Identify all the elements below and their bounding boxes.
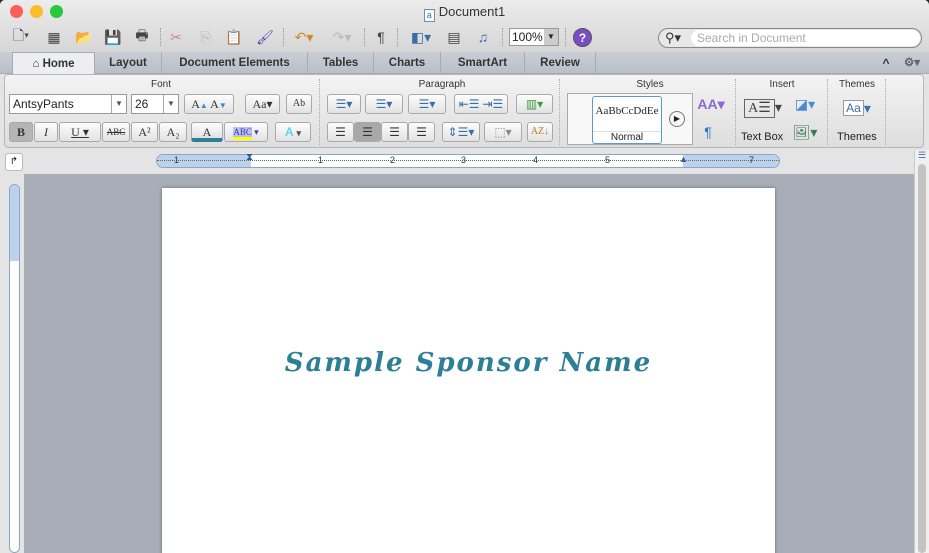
change-case-button[interactable]: Aa▾	[245, 94, 280, 114]
document-page[interactable]: Sample Sponsor Name	[162, 188, 775, 553]
columns-button[interactable]: ▥▾	[516, 94, 553, 114]
gallery-icon[interactable]: ▦	[42, 26, 66, 48]
themes-group-label: Themes	[838, 79, 876, 90]
chevron-down-icon: ▼	[163, 95, 178, 113]
copy-icon[interactable]: ⎘	[194, 26, 218, 48]
tab-document-elements[interactable]: Document Elements	[162, 52, 308, 74]
title-bar: a Document1 🗋▾ ▦ 📂 💾 🖶 ✂ ⎘ 📋 🖌 ↶▾ ↷▾ ¶ ◧▾…	[0, 0, 929, 52]
play-icon[interactable]: ▶	[669, 111, 685, 127]
word-window: a Document1 🗋▾ ▦ 📂 💾 🖶 ✂ ⎘ 📋 🖌 ↶▾ ↷▾ ¶ ◧▾…	[0, 0, 929, 553]
font-name-select[interactable]: AntsyPants ▼	[9, 94, 127, 114]
borders-button[interactable]: ⬚▾	[484, 122, 522, 142]
font-color-button[interactable]: A	[191, 122, 223, 142]
bold-button[interactable]: B	[9, 122, 33, 142]
picture-icon[interactable]: 🖼▾	[789, 121, 821, 143]
font-size-select[interactable]: 26 ▼	[131, 94, 179, 114]
zoom-select[interactable]: 100% ▼	[509, 28, 559, 46]
window-title: a Document1	[0, 4, 929, 22]
font-group-label: Font	[150, 79, 171, 90]
vertical-scrollbar[interactable]: ☰	[914, 150, 929, 553]
horizontal-ruler-bar: ↱ 1 1 2 3 4 5 7 ⧗ ▲	[0, 148, 929, 174]
themes-label[interactable]: Themes	[837, 131, 877, 143]
text-box-label[interactable]: Text Box	[741, 131, 783, 143]
split-view-icon[interactable]: ☰	[915, 150, 929, 160]
highlight-button[interactable]: ABC ▾	[224, 122, 268, 142]
paste-icon[interactable]: 📋	[222, 26, 246, 48]
save-icon[interactable]: 💾	[101, 26, 125, 48]
tab-smartart[interactable]: SmartArt	[441, 52, 525, 74]
tab-stop-selector[interactable]: ↱	[5, 153, 23, 171]
grow-shrink-font-button[interactable]: A▲ A▼	[184, 94, 234, 114]
horizontal-ruler[interactable]: 1 1 2 3 4 5 7 ⧗ ▲	[156, 152, 780, 168]
tab-layout[interactable]: Layout	[95, 52, 162, 74]
ribbon-tabs: ⌂ Home Layout Document Elements Tables C…	[0, 52, 929, 74]
insert-group-label: Insert	[769, 79, 795, 90]
chevron-down-icon: ▼	[544, 29, 558, 45]
search-input[interactable]: Search in Document	[691, 30, 920, 46]
paragraph-group-label: Paragraph	[418, 79, 466, 90]
first-line-indent-marker[interactable]: ⧗	[246, 152, 253, 163]
right-indent-marker[interactable]: ▲	[679, 154, 688, 164]
align-center-button[interactable]: ☰	[354, 122, 381, 142]
open-folder-icon[interactable]: 📂	[72, 26, 96, 48]
tab-charts[interactable]: Charts	[374, 52, 441, 74]
document-icon: a	[423, 9, 435, 22]
text-effects-button[interactable]: A ▾	[275, 122, 311, 142]
indent-buttons[interactable]: ⇤☰ ⇥☰	[454, 94, 508, 114]
align-left-button[interactable]: ☰	[327, 122, 354, 142]
cut-icon[interactable]: ✂	[164, 26, 188, 48]
subscript-button[interactable]: A₂	[159, 122, 187, 142]
vertical-ruler[interactable]	[4, 174, 20, 553]
search-field[interactable]: ⚲▾ Search in Document	[658, 28, 922, 48]
sponsor-name-text[interactable]: Sample Sponsor Name	[162, 348, 775, 378]
toolbox-icon[interactable]: ▤	[442, 26, 466, 48]
search-icon[interactable]: ⚲▾	[665, 30, 681, 46]
show-formatting-icon[interactable]: ¶	[370, 26, 392, 48]
clear-formatting-button[interactable]: Ab	[286, 94, 312, 114]
line-spacing-button[interactable]: ⇕☰▾	[442, 122, 480, 142]
scrollbar-thumb[interactable]	[918, 164, 926, 553]
strikethrough-button[interactable]: ABC	[102, 122, 130, 142]
justify-button[interactable]: ☰	[408, 122, 435, 142]
align-right-button[interactable]: ☰	[381, 122, 408, 142]
help-button[interactable]: ?	[573, 28, 592, 47]
multilevel-list-button[interactable]: ☰▾	[408, 94, 446, 114]
collapse-ribbon-icon[interactable]: ^	[874, 52, 898, 74]
tab-tables[interactable]: Tables	[308, 52, 374, 74]
shapes-icon[interactable]: ◪▾	[789, 93, 821, 115]
style-normal[interactable]: AaBbCcDdEe Normal	[592, 96, 662, 144]
format-painter-icon[interactable]: 🖌	[252, 26, 278, 48]
styles-pane-icon[interactable]: ¶	[697, 121, 719, 143]
chevron-down-icon: ▼	[111, 95, 126, 113]
tab-review[interactable]: Review	[525, 52, 596, 74]
italic-button[interactable]: I	[34, 122, 58, 142]
superscript-button[interactable]: A²	[131, 122, 158, 142]
manage-styles-icon[interactable]: AA▾	[697, 93, 725, 115]
text-box-icon[interactable]: A☰ ▾	[741, 97, 785, 119]
styles-group-label: Styles	[636, 79, 664, 90]
gear-icon[interactable]: ⚙▾	[898, 52, 926, 74]
redo-icon[interactable]: ↷▾	[325, 26, 359, 48]
underline-button[interactable]: U ▾	[59, 122, 101, 142]
media-browser-icon[interactable]: ♫	[470, 26, 496, 48]
ribbon-home: Font Paragraph Styles Insert Themes Ants…	[4, 74, 924, 148]
sidebar-icon[interactable]: ◧▾	[403, 26, 439, 48]
bullets-button[interactable]: ☰▾	[327, 94, 361, 114]
undo-icon[interactable]: ↶▾	[287, 26, 321, 48]
new-document-icon[interactable]: 🗋▾	[6, 26, 36, 48]
sort-button[interactable]: AZ↓	[527, 122, 553, 142]
print-icon[interactable]: 🖶	[129, 26, 155, 48]
tab-home[interactable]: ⌂ Home	[12, 52, 95, 74]
themes-icon[interactable]: Aa ▾	[835, 97, 879, 119]
document-canvas: Sample Sponsor Name	[24, 174, 914, 553]
numbering-button[interactable]: ☰▾	[365, 94, 403, 114]
styles-gallery[interactable]: AaBbCcDdEe Normal ▶	[567, 93, 693, 145]
